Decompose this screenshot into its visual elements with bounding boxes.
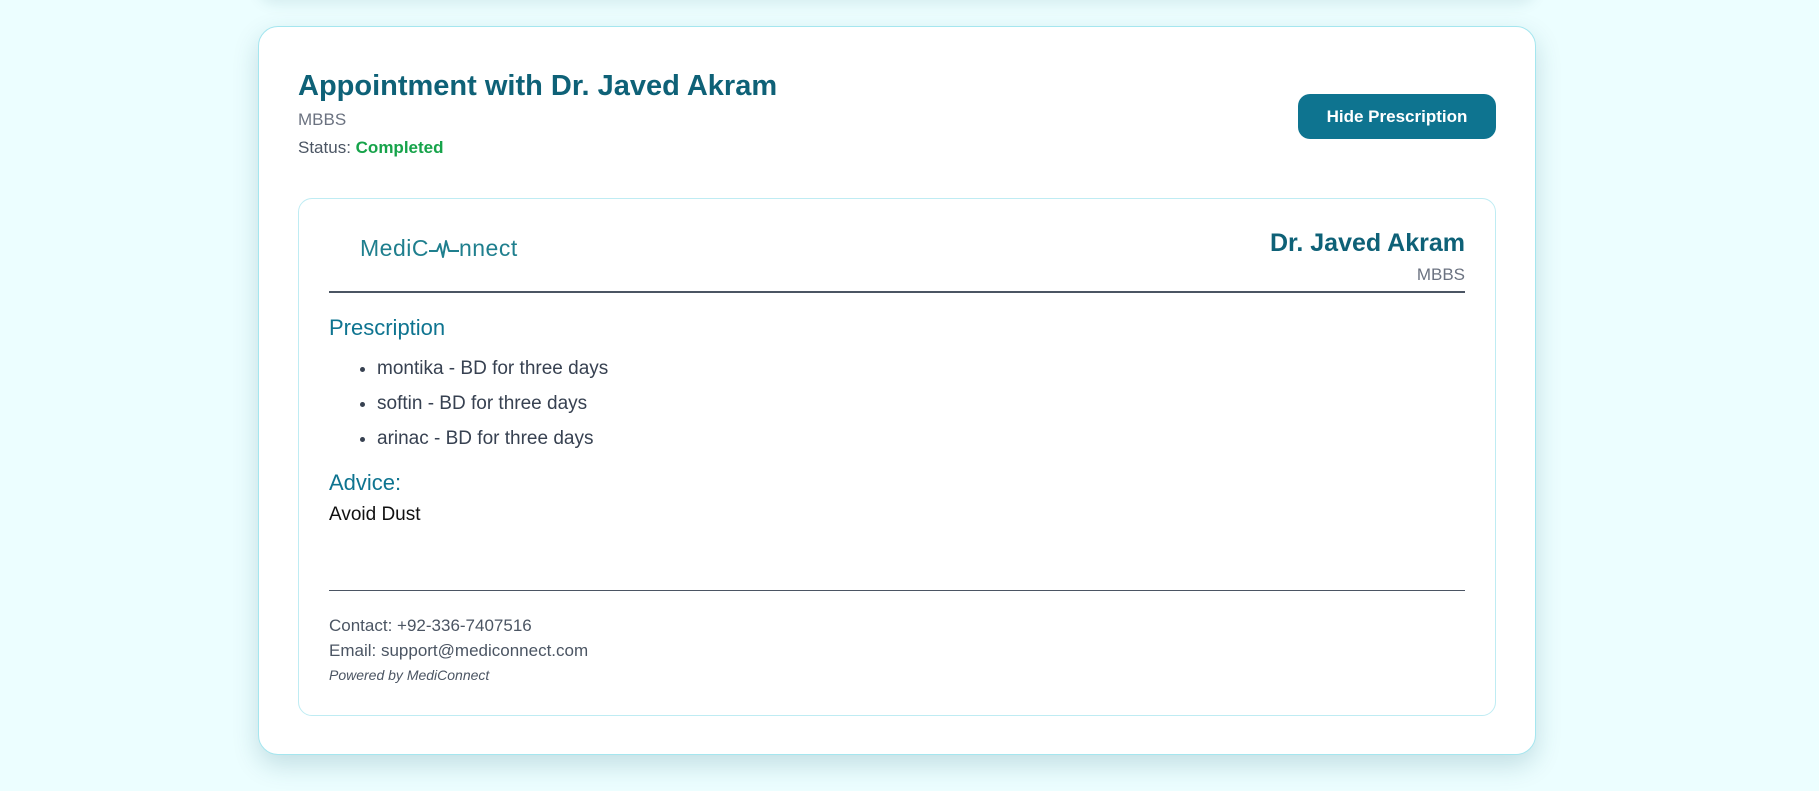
status-badge: Completed: [355, 138, 444, 158]
appointment-card: Appointment with Dr. Javed Akram MBBS St…: [258, 26, 1536, 755]
advice-heading: Advice:: [329, 470, 402, 495]
prescription-card: MediC nnect Dr. Javed Akram MBBS Prescri…: [298, 198, 1496, 716]
prescription-header: MediC nnect Dr. Javed Akram MBBS: [329, 229, 1465, 293]
logo-text-right: nnect: [458, 235, 518, 261]
hide-prescription-button[interactable]: Hide Prescription: [1298, 94, 1496, 139]
list-item: montika - BD for three days: [377, 351, 1465, 386]
contact-email: Email: support@mediconnect.com: [329, 641, 589, 660]
powered-by: Powered by MediConnect: [329, 667, 490, 683]
logo-text-left: MediC: [360, 235, 429, 261]
prescription-doctor-qualification: MBBS: [1416, 265, 1465, 284]
contact-phone: Contact: +92-336-7407516: [329, 616, 532, 635]
prescription-body: Prescription montika - BD for three days…: [329, 315, 1465, 526]
heartbeat-icon: [428, 239, 459, 258]
prescription-heading: Prescription: [329, 315, 446, 340]
prescription-doctor-name: Dr. Javed Akram: [1269, 229, 1465, 257]
mediconnect-logo: MediC nnect: [360, 235, 518, 262]
advice-text: Avoid Dust: [329, 504, 421, 525]
status-label: Status:: [298, 138, 351, 158]
list-item: arinac - BD for three days: [377, 421, 1465, 456]
appointment-status: Status: Completed: [298, 138, 1496, 158]
medicine-list: montika - BD for three days softin - BD …: [329, 351, 1465, 456]
prescription-footer: Contact: +92-336-7407516 Email: support@…: [329, 590, 1465, 683]
list-item: softin - BD for three days: [377, 386, 1465, 421]
